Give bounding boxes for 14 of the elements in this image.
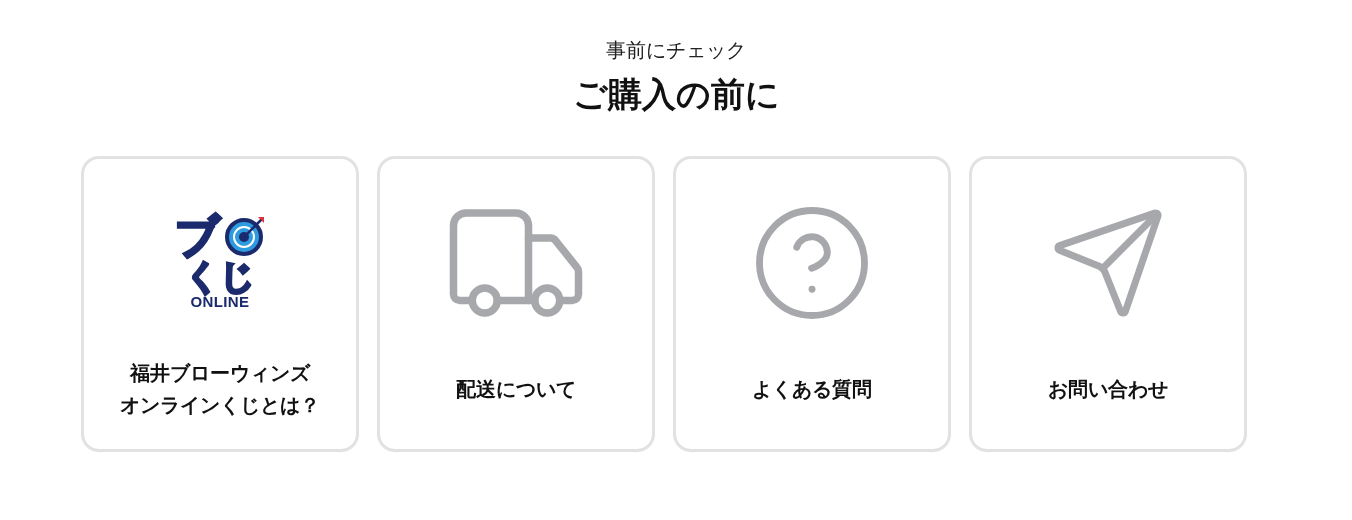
target-icon [223,215,266,257]
card-label: オンラインくじとは？ [120,393,320,418]
section-title: ご購入の前に [572,74,780,115]
card-label: お問い合わせ [1048,377,1168,402]
logo-text: くじ [185,259,255,293]
section-eyebrow: 事前にチェック [606,38,746,63]
logo-text: ブ [174,213,220,259]
info-card[interactable]: よくある質問 [673,156,951,452]
info-card[interactable]: 配送について [377,156,655,452]
info-card[interactable]: お問い合わせ [969,156,1247,452]
info-card[interactable]: ブ くじ ONLINE 福井ブローウィンズ オンラインくじとは？ [81,156,359,452]
card-label: 配送について [456,377,576,402]
card-label: 福井ブローウィンズ [130,361,310,386]
card-label: よくある質問 [752,377,872,402]
